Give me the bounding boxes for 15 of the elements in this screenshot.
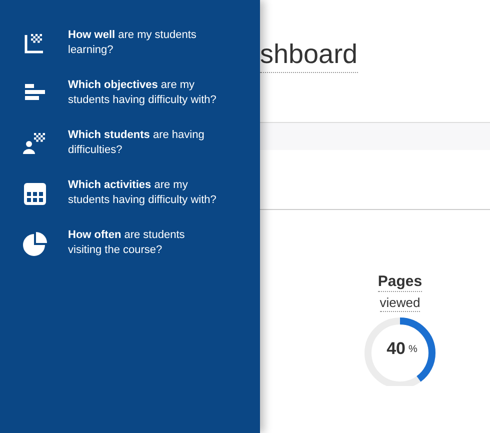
pie-chart-icon xyxy=(23,232,47,256)
metric-value: 40 xyxy=(386,338,406,360)
metric-subtitle: viewed xyxy=(380,294,420,312)
bar-chart-icon xyxy=(24,82,46,102)
sidebar-link[interactable]: Which objectives are my students having difficulty with? xyxy=(68,78,218,108)
user-icon xyxy=(23,132,47,154)
sidebar-link[interactable]: Which activities are my students having difficulty with? xyxy=(68,178,218,208)
metric-unit: % xyxy=(408,342,418,356)
grid-icon xyxy=(23,182,47,206)
sidebar-link[interactable]: How often are students visiting the course? xyxy=(68,228,218,258)
sidebar-link[interactable]: Which students are having difficulties? xyxy=(68,128,218,158)
sidebar-link[interactable]: How well are my students learning? xyxy=(68,28,218,58)
page-title: shboard xyxy=(260,38,358,73)
scatter-chart-icon xyxy=(24,32,46,54)
metric-title: Pages xyxy=(378,273,422,292)
